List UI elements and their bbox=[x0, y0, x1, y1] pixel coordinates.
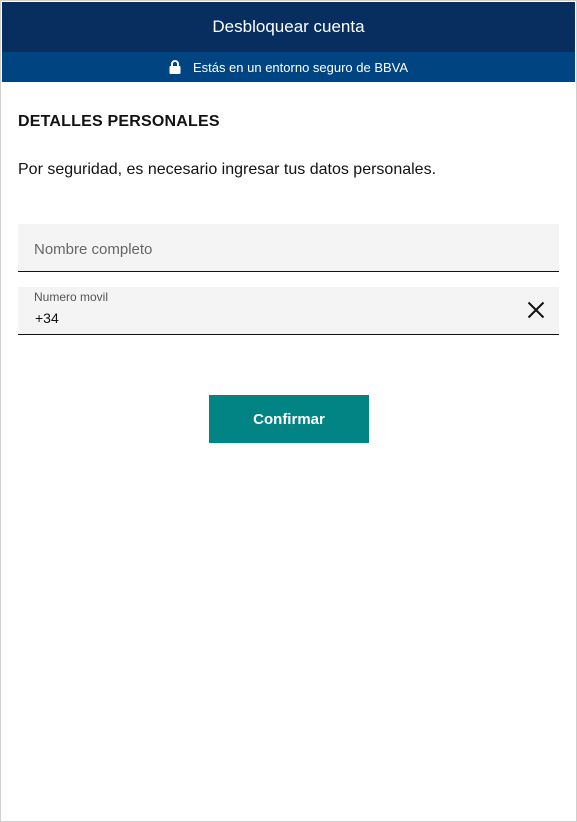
mobile-number-field[interactable]: Numero movil +34 bbox=[18, 287, 559, 335]
confirm-button[interactable]: Confirmar bbox=[209, 395, 369, 443]
lock-icon bbox=[169, 60, 181, 74]
app-frame: Desbloquear cuenta Estás en un entorno s… bbox=[0, 0, 577, 822]
page-title: Desbloquear cuenta bbox=[212, 17, 365, 36]
secure-banner: Estás en un entorno seguro de BBVA bbox=[2, 52, 575, 82]
section-title: DETALLES PERSONALES bbox=[18, 113, 220, 130]
mobile-number-value[interactable]: +34 bbox=[35, 310, 59, 326]
close-icon[interactable] bbox=[527, 301, 545, 319]
header-bar: Desbloquear cuenta bbox=[2, 2, 575, 52]
full-name-placeholder: Nombre completo bbox=[34, 241, 153, 258]
secure-notice-text: Estás en un entorno seguro de BBVA bbox=[192, 59, 409, 75]
intro-text: Por seguridad, es necesario ingresar tus… bbox=[18, 161, 437, 178]
mobile-number-label: Numero movil bbox=[34, 290, 109, 304]
full-name-field[interactable]: Nombre completo bbox=[18, 224, 559, 272]
